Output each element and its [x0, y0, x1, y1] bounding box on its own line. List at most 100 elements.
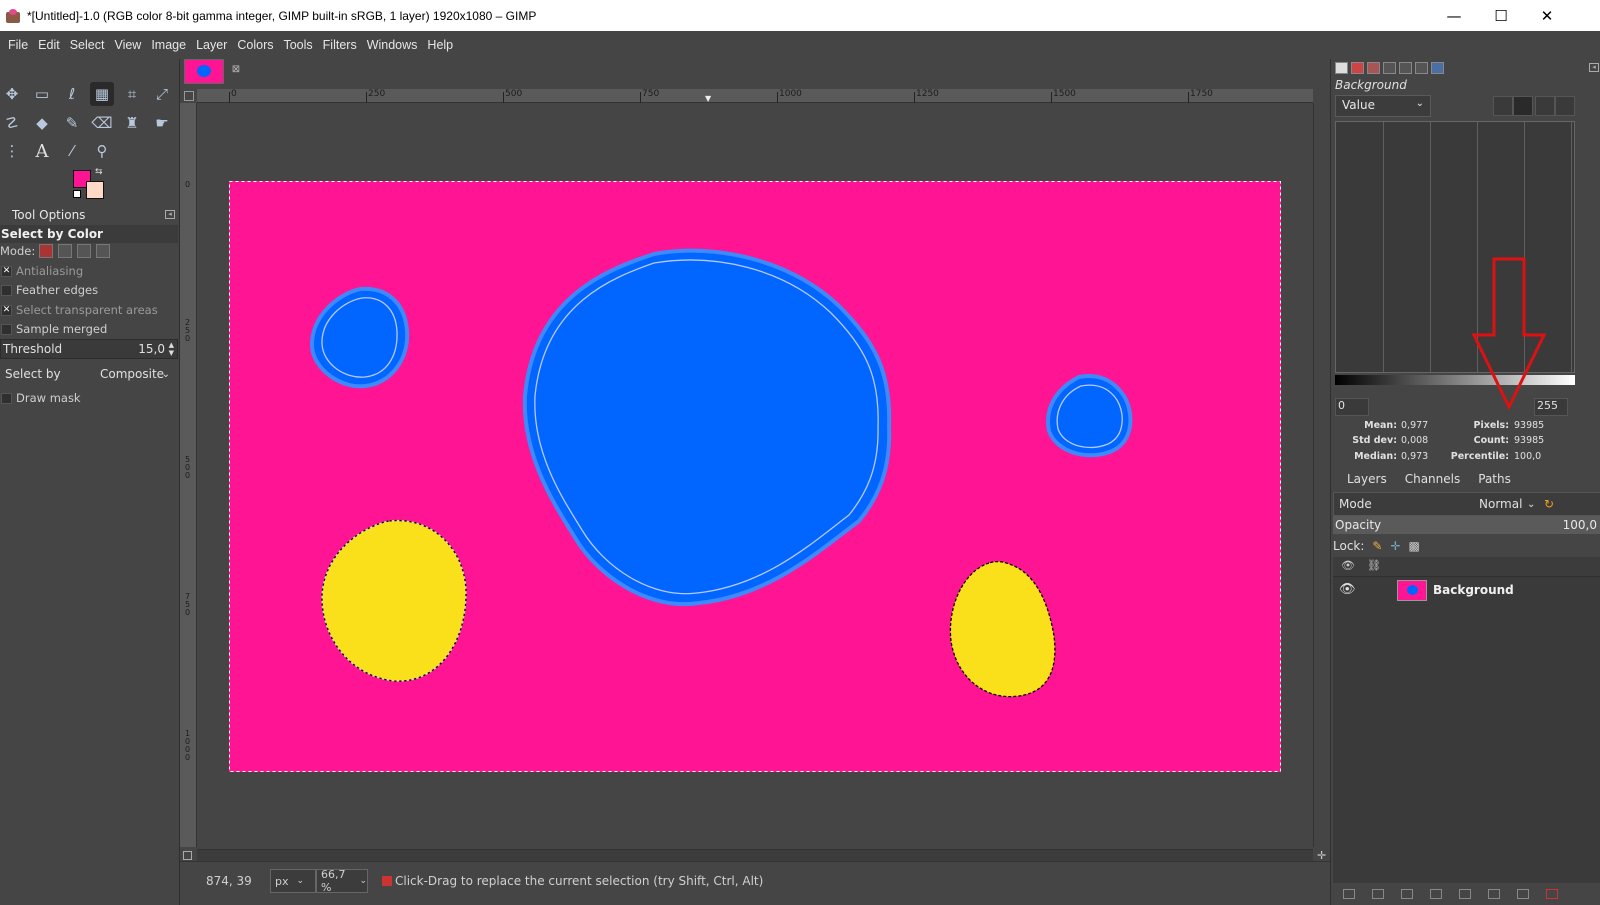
tab-paths[interactable]: Paths: [1478, 472, 1511, 486]
layer-opacity-spinner[interactable]: Opacity 100,0: [1333, 516, 1600, 534]
layers-list-empty-area[interactable]: [1333, 605, 1600, 883]
menu-tools[interactable]: Tools: [278, 38, 317, 52]
move-tool-icon[interactable]: ✥: [0, 82, 24, 106]
panel-menu-icon[interactable]: ◂: [1589, 63, 1599, 72]
select-by-dropdown[interactable]: Composite: [100, 367, 164, 381]
path-tool-icon[interactable]: ⋮: [0, 139, 24, 163]
crop-tool-icon[interactable]: ⌗: [120, 82, 144, 106]
layer-opacity-value[interactable]: 100,0: [1563, 518, 1597, 532]
paintbrush-tool-icon[interactable]: ✎: [60, 111, 84, 135]
mode-subtract-icon[interactable]: [77, 244, 92, 258]
select-transparent-checkbox[interactable]: ✕: [1, 304, 12, 316]
sample-merged-checkbox[interactable]: [1, 323, 12, 335]
clone-tool-icon[interactable]: ♜: [120, 111, 144, 135]
warp-tool-icon[interactable]: ☡: [0, 111, 24, 135]
default-colors-icon[interactable]: [73, 190, 81, 198]
lock-pixels-icon[interactable]: ✎: [1372, 539, 1382, 553]
menu-file[interactable]: File: [3, 38, 33, 52]
anchor-layer-icon[interactable]: [1488, 889, 1500, 899]
threshold-value[interactable]: 15,0: [138, 342, 165, 356]
layer-mode-dropdown[interactable]: Normal: [1479, 497, 1522, 511]
lock-alpha-icon[interactable]: ▩: [1409, 539, 1420, 553]
menu-layer[interactable]: Layer: [191, 38, 232, 52]
lock-position-icon[interactable]: ✛: [1390, 539, 1400, 553]
mode-intersect-icon[interactable]: [96, 244, 111, 258]
select-transparent-option[interactable]: ✕ Select transparent areas: [0, 301, 158, 319]
lower-layer-icon[interactable]: [1430, 889, 1442, 899]
select-by-color-tool-icon[interactable]: ▦: [90, 82, 114, 106]
menu-view[interactable]: View: [109, 38, 146, 52]
document-history-tab-icon[interactable]: [1399, 62, 1412, 74]
panel-menu-icon[interactable]: ◂: [165, 210, 175, 219]
layer-name[interactable]: Background: [1433, 583, 1514, 597]
histogram-view-alt-icon[interactable]: [1555, 96, 1575, 116]
spin-down-icon[interactable]: ▼: [169, 350, 174, 357]
fonts-tab-icon[interactable]: [1383, 62, 1396, 74]
mask-layer-icon[interactable]: [1517, 889, 1529, 899]
horizontal-scrollbar[interactable]: [197, 849, 1313, 861]
unit-dropdown[interactable]: px ⌄: [270, 869, 316, 893]
histogram-range-min[interactable]: 0: [1335, 398, 1369, 416]
switch-mode-icon[interactable]: ↻: [1544, 497, 1554, 511]
chevron-down-icon[interactable]: ⌄: [162, 369, 170, 380]
mode-replace-icon[interactable]: [39, 244, 54, 258]
antialiasing-option[interactable]: ✕ Antialiasing: [0, 262, 83, 280]
feather-edges-option[interactable]: Feather edges: [0, 281, 98, 299]
draw-mask-checkbox[interactable]: [1, 392, 12, 404]
new-layer-group-icon[interactable]: [1343, 889, 1355, 899]
menu-edit[interactable]: Edit: [33, 38, 65, 52]
draw-mask-option[interactable]: Draw mask: [0, 389, 81, 407]
brushes-tab-icon[interactable]: [1335, 62, 1348, 74]
linear-histogram-icon[interactable]: [1493, 96, 1513, 116]
new-layer-icon[interactable]: [1372, 889, 1384, 899]
free-select-tool-icon[interactable]: ℓ: [60, 82, 84, 106]
log-histogram-icon[interactable]: [1513, 96, 1533, 116]
menu-help[interactable]: Help: [422, 38, 458, 52]
text-tool-icon[interactable]: A: [30, 139, 54, 163]
tab-channels[interactable]: Channels: [1405, 472, 1461, 486]
patterns-tab-icon[interactable]: [1351, 62, 1364, 74]
eraser-tool-icon[interactable]: ⌫: [90, 111, 114, 135]
feather-edges-checkbox[interactable]: [1, 284, 12, 296]
zoom-dropdown[interactable]: 66,7 % ⌄: [316, 868, 368, 894]
histogram-channel-dropdown[interactable]: Value ⌄: [1335, 95, 1431, 117]
layer-visibility-icon[interactable]: 👁: [1339, 582, 1356, 597]
maximize-button[interactable]: ☐: [1478, 0, 1524, 31]
duplicate-layer-icon[interactable]: [1459, 889, 1471, 899]
close-tab-icon[interactable]: ⊠: [230, 64, 242, 76]
antialiasing-checkbox[interactable]: ✕: [1, 265, 12, 277]
layer-row[interactable]: 👁 Background: [1333, 577, 1600, 605]
spin-up-icon[interactable]: ▲: [169, 342, 174, 349]
gradients-tab-icon[interactable]: [1367, 62, 1380, 74]
sample-merged-option[interactable]: Sample merged: [0, 320, 107, 338]
chevron-down-icon[interactable]: ⌄: [1527, 499, 1535, 510]
menu-select[interactable]: Select: [65, 38, 110, 52]
histogram-tab-icon[interactable]: [1431, 62, 1444, 74]
menu-colors[interactable]: Colors: [232, 38, 278, 52]
menu-filters[interactable]: Filters: [318, 38, 362, 52]
transform-tool-icon[interactable]: ⤢: [150, 82, 174, 106]
smudge-tool-icon[interactable]: ☛: [150, 111, 174, 135]
images-tab-icon[interactable]: [1415, 62, 1428, 74]
zoom-tool-icon[interactable]: ⚲: [90, 139, 114, 163]
tool-options-tab[interactable]: Tool Options: [0, 205, 180, 225]
image-canvas[interactable]: [229, 181, 1281, 772]
menu-windows[interactable]: Windows: [362, 38, 423, 52]
swap-colors-icon[interactable]: ⇆: [95, 167, 103, 177]
vertical-scrollbar[interactable]: [1313, 103, 1330, 847]
horizontal-ruler[interactable]: 0 250 500 750 1000 1250 1500 1750 ▼: [197, 89, 1313, 103]
tab-layers[interactable]: Layers: [1347, 472, 1387, 486]
close-window-button[interactable]: ✕: [1524, 0, 1570, 31]
vertical-ruler[interactable]: 0 250 500 750 1000: [180, 103, 197, 847]
color-picker-tool-icon[interactable]: ⁄: [60, 139, 84, 163]
threshold-spinner[interactable]: Threshold 15,0 ▲ ▼: [0, 339, 178, 359]
bucket-fill-tool-icon[interactable]: ◆: [30, 111, 54, 135]
minimize-button[interactable]: —: [1431, 0, 1477, 31]
delete-layer-icon[interactable]: [1546, 889, 1558, 899]
mode-add-icon[interactable]: [58, 244, 73, 258]
menu-image[interactable]: Image: [146, 38, 191, 52]
rect-select-tool-icon[interactable]: ▭: [30, 82, 54, 106]
navigate-image-icon[interactable]: [183, 851, 192, 860]
raise-layer-icon[interactable]: [1401, 889, 1413, 899]
histogram-view-icon[interactable]: [1535, 96, 1555, 116]
